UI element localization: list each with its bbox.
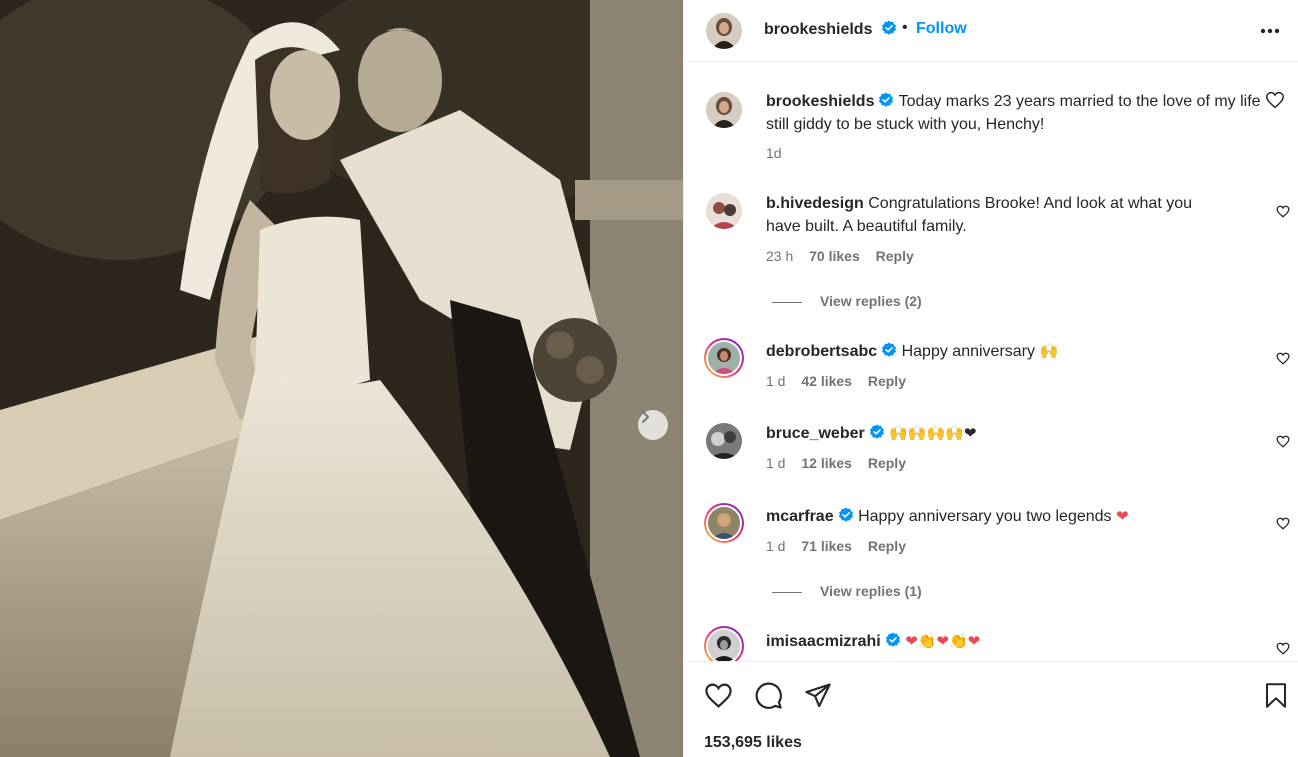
comment-avatar[interactable] xyxy=(704,503,744,543)
verified-badge-icon xyxy=(879,92,894,107)
comment-meta: 23 h 70 likes Reply xyxy=(766,248,926,264)
view-replies-button[interactable]: View replies (1) xyxy=(772,583,922,599)
comment-text: imisaacmizrahi ❤👏❤👏❤ xyxy=(766,630,980,653)
caption-meta: 1d xyxy=(766,145,794,161)
comment-timestamp: 23 h xyxy=(766,248,794,264)
post-header: brookeshields • Follow xyxy=(684,0,1298,62)
reply-button[interactable]: Reply xyxy=(868,538,906,554)
post-actions: 153,695 likes xyxy=(684,661,1298,757)
comment-icon[interactable] xyxy=(754,681,783,710)
share-icon[interactable] xyxy=(804,681,832,709)
comment-like-heart-icon[interactable] xyxy=(1276,205,1290,218)
separator-dot: • xyxy=(902,19,908,36)
comment-avatar[interactable] xyxy=(704,626,744,661)
caption-author-avatar[interactable] xyxy=(706,92,742,128)
comment-avatar[interactable] xyxy=(704,338,744,378)
comments-list[interactable]: brookeshields Today marks 23 years marri… xyxy=(684,63,1298,661)
reply-button[interactable]: Reply xyxy=(876,248,914,264)
view-replies-button[interactable]: View replies (2) xyxy=(772,293,922,309)
comment-username[interactable]: bruce_weber xyxy=(766,425,865,442)
comment-timestamp: 1 d xyxy=(766,538,786,554)
author-username[interactable]: brookeshields xyxy=(764,20,897,39)
comment-meta: 1 d 42 likes Reply xyxy=(766,373,918,389)
comment-username[interactable]: mcarfrae xyxy=(766,508,834,525)
view-replies-line xyxy=(772,591,802,593)
comment-avatar[interactable] xyxy=(706,423,742,459)
comment-like-heart-icon[interactable] xyxy=(1276,352,1290,365)
comment-username[interactable]: debrobertsabc xyxy=(766,343,877,360)
comment-username[interactable]: imisaacmizrahi xyxy=(766,633,881,650)
comment-text: b.hivedesign Congratulations Brooke! And… xyxy=(766,192,1246,238)
caption-body-end: still giddy to be stuck with you, Henchy… xyxy=(766,116,1045,133)
verified-badge-icon xyxy=(882,342,897,357)
comment-avatar[interactable] xyxy=(706,193,742,229)
follow-button[interactable]: Follow xyxy=(916,20,967,38)
reply-button[interactable]: Reply xyxy=(868,373,906,389)
caption-username[interactable]: brookeshields xyxy=(766,93,874,110)
comment-emoji: 🙌 xyxy=(1039,342,1059,360)
comment-likes[interactable]: 12 likes xyxy=(801,455,852,471)
comment-body: Congratulations Brooke! And look at what… xyxy=(868,195,1193,212)
more-options-icon[interactable] xyxy=(1260,28,1280,34)
comment-likes[interactable]: 70 likes xyxy=(809,248,860,264)
comment-likes[interactable]: 42 likes xyxy=(801,373,852,389)
comment-text: mcarfrae Happy anniversary you two legen… xyxy=(766,505,1129,528)
comment-emoji: 🙌🙌🙌🙌❤ xyxy=(889,424,977,442)
comment-likes[interactable]: 71 likes xyxy=(801,538,852,554)
next-photo-button[interactable] xyxy=(638,410,668,440)
view-replies-label[interactable]: View replies (2) xyxy=(820,293,922,309)
post-side-panel: brookeshields • Follow brookeshields Tod… xyxy=(683,0,1298,757)
comment-body: Happy anniversary xyxy=(901,343,1035,360)
reply-button[interactable]: Reply xyxy=(868,455,906,471)
comment-body: have built. A beautiful family. xyxy=(766,218,967,235)
comment-text: bruce_weber 🙌🙌🙌🙌❤ xyxy=(766,422,976,445)
comment-timestamp: 1 d xyxy=(766,373,786,389)
comment-text: debrobertsabc Happy anniversary 🙌 xyxy=(766,340,1058,363)
heart-outline-icon xyxy=(1266,91,1284,109)
comment-body: Happy anniversary you two legends xyxy=(858,508,1112,525)
caption-body: Today marks 23 years married to the love… xyxy=(898,93,1261,110)
comment-like-heart-icon[interactable] xyxy=(1276,517,1290,530)
caption-text: brookeshields Today marks 23 years marri… xyxy=(766,90,1286,136)
caption-timestamp: 1d xyxy=(766,145,782,161)
comment-meta: 1 d 12 likes Reply xyxy=(766,455,918,471)
comment-emoji: ❤ xyxy=(1116,507,1129,525)
verified-badge-icon xyxy=(869,424,884,439)
comment-username[interactable]: b.hivedesign xyxy=(766,195,864,212)
verified-badge-icon xyxy=(881,20,896,35)
author-username-text[interactable]: brookeshields xyxy=(764,21,872,38)
comment-like-heart-icon[interactable] xyxy=(1276,642,1290,655)
likes-count[interactable]: 153,695 likes xyxy=(704,734,802,752)
post-photo xyxy=(0,0,683,757)
author-avatar[interactable] xyxy=(706,13,742,49)
comment-timestamp: 1 d xyxy=(766,455,786,471)
bookmark-icon[interactable] xyxy=(1264,682,1288,709)
chevron-right-icon xyxy=(642,411,649,423)
view-replies-line xyxy=(772,301,802,303)
comment-like-heart-icon[interactable] xyxy=(1276,435,1290,448)
wedding-photo-image xyxy=(0,0,683,757)
view-replies-label[interactable]: View replies (1) xyxy=(820,583,922,599)
verified-badge-icon xyxy=(885,632,900,647)
comment-emoji: ❤👏❤👏❤ xyxy=(905,632,981,650)
heart-icon[interactable] xyxy=(704,682,733,709)
verified-badge-icon xyxy=(838,507,853,522)
comment-meta: 1 d 71 likes Reply xyxy=(766,538,918,554)
